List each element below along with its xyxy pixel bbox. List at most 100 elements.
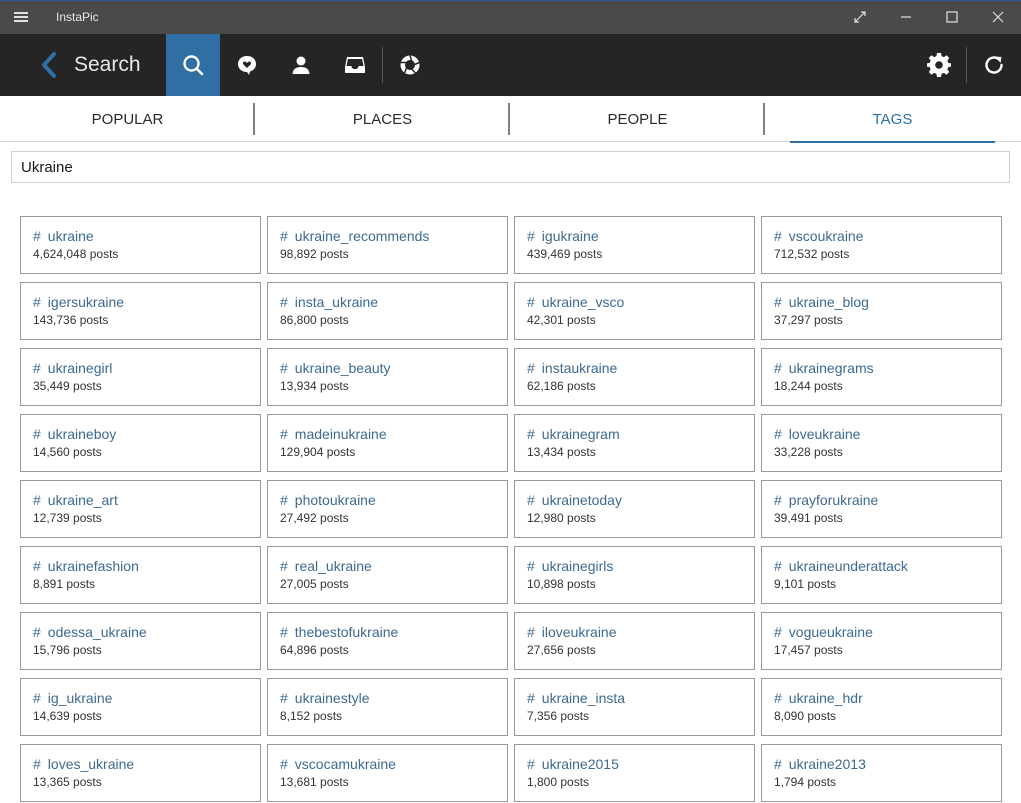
post-count: 37,297 posts	[774, 313, 843, 327]
tag-result-card[interactable]: # ukraine_recommends 98,892 posts	[267, 216, 508, 274]
tag-name: # ukraine_insta	[527, 690, 754, 706]
tag-label: ukraine_beauty	[294, 360, 391, 376]
refresh-button[interactable]	[967, 34, 1021, 96]
search-input[interactable]: Ukraine	[11, 151, 1010, 183]
post-count: 27,492 posts	[280, 511, 349, 525]
inbox-icon	[345, 57, 365, 73]
tag-result-card[interactable]: # igersukraine 143,736 posts	[20, 282, 261, 340]
tag-name: # ig_ukraine	[33, 690, 260, 706]
tag-name: # igukraine	[527, 228, 754, 244]
back-chevron-icon[interactable]	[30, 34, 68, 96]
hashtag-symbol: #	[774, 294, 782, 310]
hashtag-symbol: #	[33, 624, 41, 640]
window-controls	[837, 0, 1021, 34]
hashtag-symbol: #	[33, 690, 41, 706]
tag-label: ukraineboy	[47, 426, 117, 442]
maximize-icon[interactable]	[929, 0, 975, 34]
tag-result-card[interactable]: # instaukraine 62,186 posts	[514, 348, 755, 406]
tag-result-card[interactable]: # ukrainegram 13,434 posts	[514, 414, 755, 472]
tag-result-card[interactable]: # real_ukraine 27,005 posts	[267, 546, 508, 604]
profile-button[interactable]	[274, 34, 328, 96]
tag-result-card[interactable]: # ukraineunderattack 9,101 posts	[761, 546, 1002, 604]
tag-result-card[interactable]: # vscoukraine 712,532 posts	[761, 216, 1002, 274]
tag-result-card[interactable]: # odessa_ukraine 15,796 posts	[20, 612, 261, 670]
post-count: 27,005 posts	[280, 577, 349, 591]
tag-result-card[interactable]: # loveukraine 33,228 posts	[761, 414, 1002, 472]
tag-result-card[interactable]: # ukraine_vsco 42,301 posts	[514, 282, 755, 340]
tag-label: ukraineunderattack	[788, 558, 908, 574]
tag-result-card[interactable]: # ukrainegirl 35,449 posts	[20, 348, 261, 406]
tag-name: # ukraine_vsco	[527, 294, 754, 310]
close-icon[interactable]	[975, 0, 1021, 34]
tag-result-card[interactable]: # ukraineboy 14,560 posts	[20, 414, 261, 472]
tag-result-card[interactable]: # photoukraine 27,492 posts	[267, 480, 508, 538]
tag-result-card[interactable]: # madeinukraine 129,904 posts	[267, 414, 508, 472]
tag-result-card[interactable]: # iloveukraine 27,656 posts	[514, 612, 755, 670]
search-button[interactable]	[166, 34, 220, 96]
tag-label: ukraine	[47, 228, 94, 244]
tag-result-card[interactable]: # ig_ukraine 14,639 posts	[20, 678, 261, 736]
heart-chat-icon	[238, 56, 256, 75]
post-count: 13,681 posts	[280, 775, 349, 789]
tag-name: # ukraineboy	[33, 426, 260, 442]
settings-button[interactable]	[912, 34, 966, 96]
camera-shutter-icon	[400, 55, 420, 75]
tag-label: loves_ukraine	[47, 756, 135, 772]
tag-result-card[interactable]: # vscocamukraine 13,681 posts	[267, 744, 508, 802]
post-count: 4,624,048 posts	[33, 247, 119, 261]
post-count: 439,469 posts	[527, 247, 603, 261]
tag-result-card[interactable]: # ukraine_beauty 13,934 posts	[267, 348, 508, 406]
tag-label: ukraine2013	[788, 756, 866, 772]
camera-button[interactable]	[383, 34, 437, 96]
tag-result-card[interactable]: # ukrainestyle 8,152 posts	[267, 678, 508, 736]
tag-result-card[interactable]: # ukrainetoday 12,980 posts	[514, 480, 755, 538]
tag-result-card[interactable]: # ukraine_art 12,739 posts	[20, 480, 261, 538]
tab-tags[interactable]: TAGS	[765, 96, 1020, 143]
tag-result-card[interactable]: # prayforukraine 39,491 posts	[761, 480, 1002, 538]
hamburger-menu-icon[interactable]	[0, 0, 42, 34]
tag-name: # ukraine_recommends	[280, 228, 507, 244]
tag-result-card[interactable]: # ukraine_insta 7,356 posts	[514, 678, 755, 736]
tag-result-card[interactable]: # insta_ukraine 86,800 posts	[267, 282, 508, 340]
tag-name: # ukraine2015	[527, 756, 754, 772]
tab-popular[interactable]: POPULAR	[0, 96, 255, 142]
tag-label: ukraine_blog	[788, 294, 869, 310]
post-count: 98,892 posts	[280, 247, 349, 261]
page-title: Search	[74, 53, 141, 76]
activity-button[interactable]	[220, 34, 274, 96]
tag-result-card[interactable]: # igukraine 439,469 posts	[514, 216, 755, 274]
post-count: 62,186 posts	[527, 379, 596, 393]
tab-places[interactable]: PLACES	[255, 96, 510, 142]
tag-result-card[interactable]: # vogueukraine 17,457 posts	[761, 612, 1002, 670]
tag-label: igukraine	[541, 228, 599, 244]
tag-result-card[interactable]: # ukraine2013 1,794 posts	[761, 744, 1002, 802]
tag-result-card[interactable]: # ukraine_blog 37,297 posts	[761, 282, 1002, 340]
tag-name: # vogueukraine	[774, 624, 1001, 640]
tag-name: # ukrainefashion	[33, 558, 260, 574]
tag-label: photoukraine	[294, 492, 376, 508]
tab-label: PEOPLE	[607, 110, 668, 128]
tag-result-card[interactable]: # ukrainegirls 10,898 posts	[514, 546, 755, 604]
hashtag-symbol: #	[774, 228, 782, 244]
inbox-button[interactable]	[328, 34, 382, 96]
post-count: 35,449 posts	[33, 379, 102, 393]
tag-result-card[interactable]: # ukrainegrams 18,244 posts	[761, 348, 1002, 406]
tag-label: prayforukraine	[788, 492, 879, 508]
tag-result-card[interactable]: # loves_ukraine 13,365 posts	[20, 744, 261, 802]
minimize-icon[interactable]	[883, 0, 929, 34]
tag-result-card[interactable]: # ukraine 4,624,048 posts	[20, 216, 261, 274]
tag-result-card[interactable]: # ukrainefashion 8,891 posts	[20, 546, 261, 604]
hashtag-symbol: #	[774, 426, 782, 442]
tag-result-card[interactable]: # thebestofukraine 64,896 posts	[267, 612, 508, 670]
tag-result-card[interactable]: # ukraine2015 1,800 posts	[514, 744, 755, 802]
restore-down-arrows-icon[interactable]	[837, 0, 883, 34]
tag-label: ukrainegram	[541, 426, 620, 442]
post-count: 8,891 posts	[33, 577, 96, 591]
tag-name: # odessa_ukraine	[33, 624, 260, 640]
tab-people[interactable]: PEOPLE	[510, 96, 765, 142]
hashtag-symbol: #	[280, 756, 288, 772]
tag-name: # photoukraine	[280, 492, 507, 508]
tab-label: POPULAR	[91, 110, 164, 128]
tag-result-card[interactable]: # ukraine_hdr 8,090 posts	[761, 678, 1002, 736]
post-count: 33,228 posts	[774, 445, 843, 459]
